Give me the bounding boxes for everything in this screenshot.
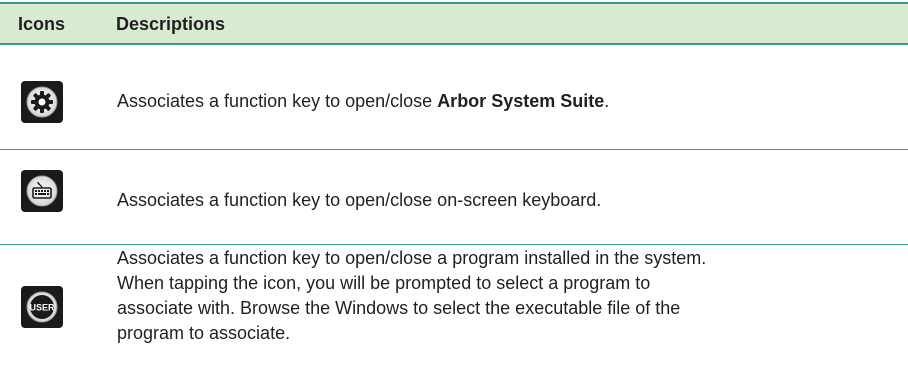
- keyboard-icon: [21, 170, 63, 212]
- user-icon: USER: [21, 286, 63, 328]
- row-description: Associates a function key to open/close …: [117, 190, 602, 210]
- row-description: Associates a function key to open/close …: [117, 248, 707, 343]
- table-row: USER Associates a function key to open/c…: [0, 245, 908, 370]
- table-header: Icons Descriptions: [0, 2, 908, 45]
- table-row: Associates a function key to open/close …: [0, 45, 908, 150]
- header-icons: Icons: [18, 14, 66, 34]
- row-description: Associates a function key to open/close …: [117, 91, 610, 111]
- table-row: Associates a function key to open/close …: [0, 150, 908, 245]
- header-descriptions: Descriptions: [116, 14, 226, 34]
- product-name: Arbor System Suite: [437, 91, 605, 111]
- gear-icon: [21, 81, 63, 123]
- svg-text:USER: USER: [29, 303, 55, 313]
